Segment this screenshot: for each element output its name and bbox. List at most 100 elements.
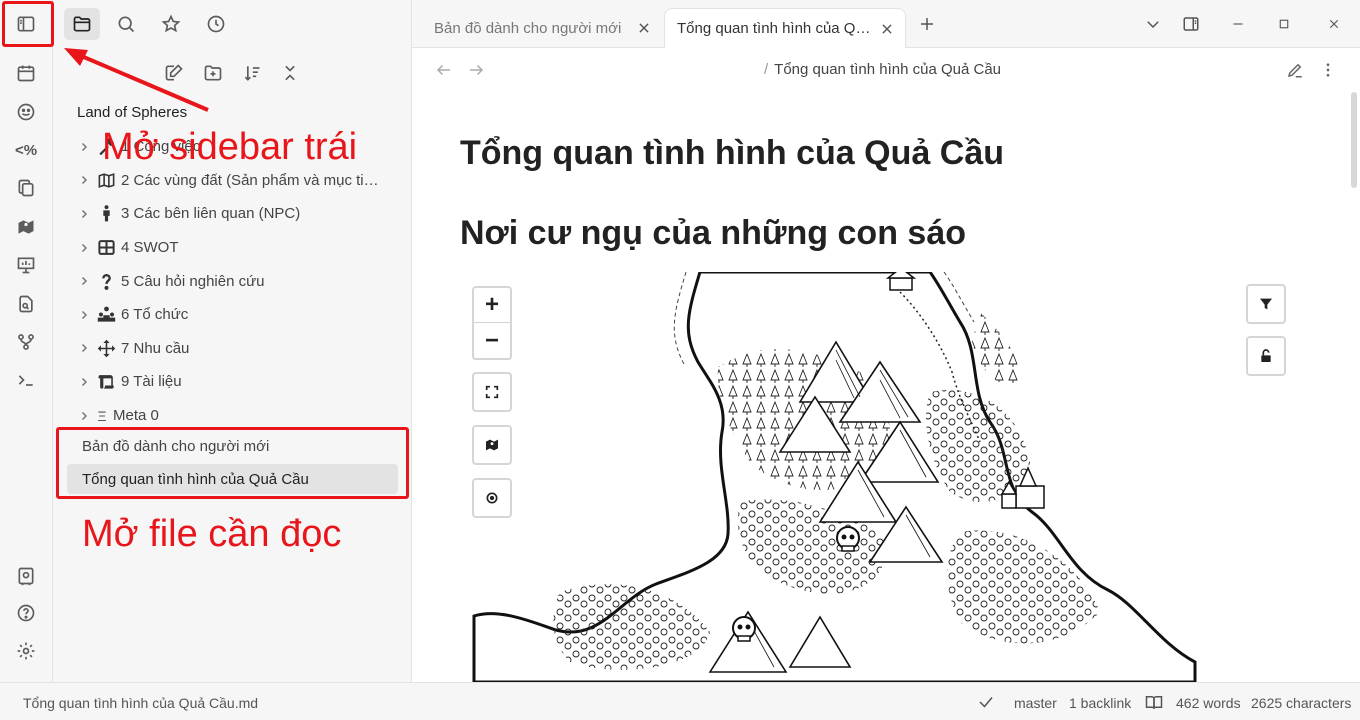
tab-label: Tổng quan tình hình của Quả Cầu [677,20,872,37]
tree-label: 3 Các bên liên quan (NPC) [121,205,301,223]
file-search-icon[interactable] [8,288,44,320]
files-icon[interactable] [64,8,100,40]
status-bar: Tổng quan tình hình của Quả Cầu.md maste… [0,682,1360,720]
unlock-icon[interactable] [1246,336,1286,376]
checkmark-icon [976,692,996,712]
tree-label: 7 Nhu cầu [121,339,190,357]
zoom-out-button[interactable]: − [474,323,510,358]
clock-icon[interactable] [198,8,234,40]
edit-pencil-icon[interactable] [1283,58,1307,82]
percent-code-icon[interactable]: <% [8,134,44,166]
view-title[interactable]: / Tổng quan tình hình của Quả Cầu [764,61,1001,78]
graph-icon[interactable] [8,326,44,358]
calendar-icon[interactable] [8,57,44,89]
tree-folder-to-chuc[interactable]: 6 Tổ chức [67,298,407,332]
chevron-right-icon[interactable] [75,339,93,357]
copy-icon[interactable] [8,172,44,204]
annotation-sidebar-highlight [2,1,54,47]
tab-ban-do-nguoi-moi[interactable]: Bản đồ dành cho người mới [422,8,662,48]
filter-icon[interactable] [1246,284,1286,324]
minimize-icon[interactable] [1224,10,1252,38]
back-arrow-icon[interactable] [432,58,456,82]
character-count: 2625 characters [1251,695,1352,711]
help-icon[interactable] [8,597,44,629]
question-icon [95,270,117,292]
organization-icon [95,304,117,326]
map-layers-icon[interactable] [472,425,512,465]
view-header: / Tổng quan tình hình của Quả Cầu [412,48,1360,92]
tree-label: Meta 0 [113,407,159,425]
close-icon[interactable] [636,20,652,36]
presentation-icon[interactable] [8,249,44,281]
annotation-arrow [64,48,209,112]
tree-label: 5 Câu hỏi nghiên cứu [121,272,265,290]
tree-folder-cac-ben-lien-quan[interactable]: 3 Các bên liên quan (NPC) [67,197,407,231]
scroll-icon [95,371,117,393]
heading-1: Tổng quan tình hình của Quả Cầu [460,134,1004,172]
fantasy-map[interactable]: + − [460,272,1298,682]
heading-2: Nơi cư ngụ của những con sáo [460,214,966,252]
git-branch[interactable]: master [1014,695,1057,711]
xi-icon: Ξ [97,407,107,424]
backlink-count[interactable]: 1 backlink [1069,695,1131,711]
tree-label: 4 SWOT [121,239,179,257]
chevron-right-icon[interactable] [75,306,93,324]
map-icon [95,169,117,191]
chevron-right-icon[interactable] [75,205,93,223]
map-illustration [472,272,1197,682]
terminal-icon[interactable] [8,364,44,396]
fullscreen-icon[interactable] [472,372,512,412]
forward-arrow-icon[interactable] [464,58,488,82]
chevron-right-icon[interactable] [75,171,93,189]
book-icon[interactable] [1144,692,1164,712]
star-icon[interactable] [153,8,189,40]
chevron-right-icon[interactable] [75,272,93,290]
tree-label: 2 Các vùng đất (Sản phẩm và mục tiêu) [121,171,383,189]
new-tab-plus-icon[interactable] [913,10,941,38]
settings-icon[interactable] [8,635,44,667]
tree-folder-nhu-cau[interactable]: 7 Nhu cầu [67,332,407,366]
search-icon[interactable] [108,8,144,40]
chevron-right-icon[interactable] [75,373,93,391]
smiley-icon[interactable] [8,96,44,128]
close-icon[interactable] [879,21,895,37]
file-tree: 1 Công việc 2 Các vùng đất (Sản phẩm và … [67,130,407,432]
more-options-icon[interactable] [1316,58,1340,82]
tab-tong-quan-qua-cau[interactable]: Tổng quan tình hình của Quả Cầu [664,8,906,48]
zoom-in-button[interactable]: + [474,288,510,324]
move-icon [95,337,117,359]
person-icon [95,203,117,225]
chevron-down-icon[interactable] [1139,10,1167,38]
maximize-icon[interactable] [1270,10,1298,38]
scrollbar-thumb[interactable] [1351,92,1357,188]
zoom-control: + − [472,286,512,360]
chevron-right-icon[interactable] [75,138,93,156]
tab-label: Bản đồ dành cho người mới [434,19,622,37]
content-scrollbar[interactable] [1348,92,1360,682]
tree-folder-swot[interactable]: 4 SWOT [67,231,407,265]
map-icon[interactable] [8,211,44,243]
target-icon[interactable] [472,478,512,518]
tree-label: 6 Tổ chức [121,306,189,324]
tree-label: 9 Tài liệu [121,373,182,391]
chevron-right-icon[interactable] [75,407,93,425]
breadcrumb-separator: / [764,61,769,78]
annotation-file-highlight [56,427,409,499]
collapse-all-icon[interactable] [276,59,304,87]
tab-bar: Bản đồ dành cho người mới Tổng quan tình… [412,0,1360,48]
grid-icon [95,237,117,259]
window-close-icon[interactable] [1320,10,1348,38]
status-filename[interactable]: Tổng quan tình hình của Quả Cầu.md [23,695,258,711]
app-window: <% Land of Spheres 1 Công việc 2 Các vùn… [0,0,1360,720]
chevron-right-icon[interactable] [75,239,93,257]
annotation-open-file: Mở file cần đọc [82,513,342,555]
right-sidebar-toggle-icon[interactable] [1177,10,1205,38]
annotation-open-sidebar: Mở sidebar trái [102,126,358,168]
tree-folder-cac-vung-dat[interactable]: 2 Các vùng đất (Sản phẩm và mục tiêu) [67,164,407,198]
vault-icon[interactable] [8,560,44,592]
tree-folder-cau-hoi[interactable]: 5 Câu hỏi nghiên cứu [67,264,407,298]
note-content: Tổng quan tình hình của Quả Cầu Nơi cư n… [412,92,1348,682]
tree-folder-tai-lieu[interactable]: 9 Tài liệu [67,365,407,399]
view-title-text: Tổng quan tình hình của Quả Cầu [774,61,1002,78]
sort-icon[interactable] [238,59,266,87]
